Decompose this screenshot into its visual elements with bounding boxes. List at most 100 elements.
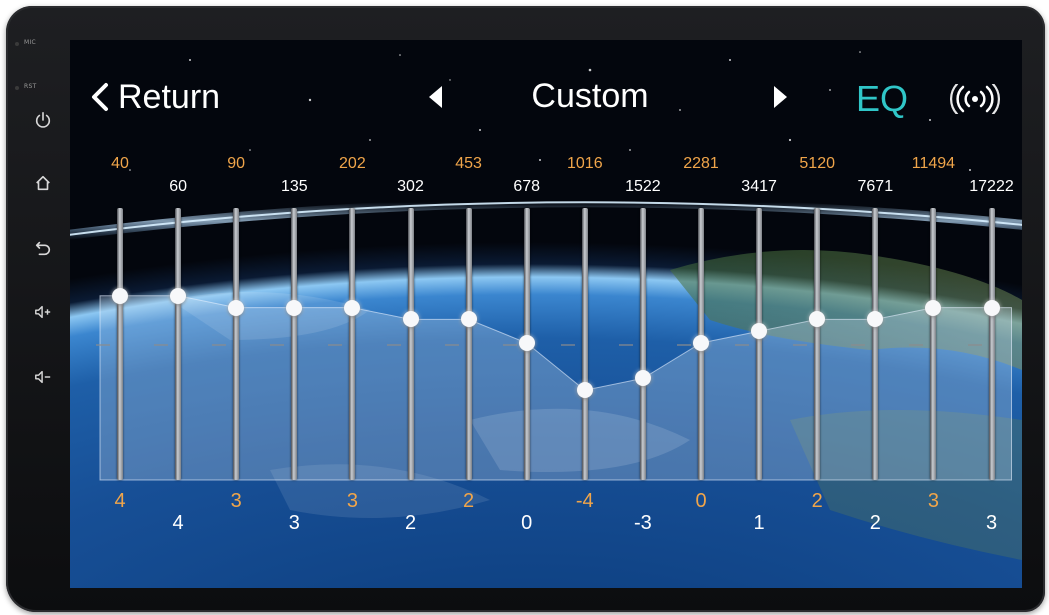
surround-button[interactable] [950, 82, 1000, 116]
slider-thumb[interactable] [925, 299, 942, 316]
next-preset-button[interactable] [770, 84, 790, 110]
band-frequency-label: 11494 [911, 155, 956, 172]
slider-thumb[interactable] [402, 311, 419, 328]
power-button[interactable] [28, 105, 58, 135]
slider-thumb[interactable] [867, 311, 884, 328]
slider-thumb[interactable] [751, 323, 768, 340]
band-gain-value: 3 [927, 490, 939, 512]
band-slider-60[interactable] [154, 208, 190, 480]
band-frequency-label: 302 [397, 178, 424, 195]
zero-tick [502, 344, 517, 346]
slider-thumb[interactable] [809, 311, 826, 328]
band-slider-40[interactable] [96, 208, 132, 480]
band-gain-value: 2 [811, 490, 823, 512]
band-frequency-label: 135 [280, 178, 308, 195]
triangle-right-icon [774, 86, 787, 108]
slider-track [349, 208, 356, 480]
slider-track [581, 208, 588, 480]
band-gain-value: 0 [695, 490, 707, 512]
zero-tick [96, 344, 110, 346]
zero-tick [618, 344, 633, 346]
head-unit-bezel: MIC RST Return Custom EQ 40 4 60 4 90 3 … [6, 6, 1045, 612]
reset-hole[interactable] [15, 86, 19, 90]
zero-tick [444, 344, 459, 346]
prev-preset-button[interactable] [426, 84, 446, 110]
band-gain-value: 2 [404, 512, 417, 534]
power-icon [35, 111, 51, 128]
slider-track [291, 208, 298, 480]
band-frequency-label: 678 [513, 178, 541, 195]
band-slider-5120[interactable] [793, 208, 829, 480]
slider-track [233, 208, 240, 480]
back-icon [35, 241, 51, 256]
band-frequency-label: 90 [227, 155, 246, 172]
band-slider-90[interactable] [212, 208, 248, 480]
slider-thumb[interactable] [112, 287, 128, 304]
slider-thumb[interactable] [983, 299, 1000, 316]
slider-thumb[interactable] [693, 335, 709, 351]
triangle-left-icon [429, 86, 442, 108]
slider-thumb[interactable] [634, 370, 651, 387]
preset-name: Custom [531, 77, 649, 115]
band-slider-2281[interactable] [677, 208, 713, 480]
mic-hole [15, 42, 19, 46]
eq-tab[interactable]: EQ [856, 78, 908, 120]
band-slider-17222[interactable] [967, 208, 1004, 480]
band-slider-202[interactable] [328, 208, 364, 480]
eq-screen: Return Custom EQ 40 4 60 4 90 3 135 3 202 3 302 2 45… [70, 40, 1022, 588]
slider-thumb[interactable] [344, 299, 361, 316]
band-frequency-label: 17222 [969, 178, 1014, 195]
band-gain-value: 4 [114, 490, 126, 512]
zero-tick [967, 344, 982, 346]
band-frequency-label: 7671 [857, 178, 894, 195]
band-slider-3417[interactable] [735, 208, 771, 480]
slider-track [407, 208, 414, 480]
band-frequency-label: 202 [339, 155, 366, 172]
zero-tick [677, 344, 691, 346]
slider-track [175, 208, 182, 480]
slider-thumb[interactable] [170, 287, 187, 304]
band-gain-value: 1 [753, 512, 765, 534]
return-label: Return [118, 77, 221, 116]
slider-track [930, 208, 937, 480]
band-frequency-label: 453 [455, 155, 482, 172]
volume-up-button[interactable] [28, 297, 58, 327]
slider-track [465, 208, 472, 480]
slider-thumb[interactable] [576, 382, 593, 399]
band-slider-1522[interactable] [618, 208, 655, 480]
rst-label: RST [24, 83, 37, 90]
zero-tick [328, 344, 343, 346]
band-gain-value: 3 [985, 512, 998, 534]
band-slider-1016[interactable] [560, 208, 597, 480]
back-button[interactable] [28, 233, 58, 263]
band-slider-135[interactable] [270, 208, 306, 480]
band-frequency-label: 40 [111, 155, 129, 172]
band-frequency-label: 3417 [741, 178, 777, 195]
band-gain-value: 0 [521, 512, 533, 534]
slider-thumb[interactable] [228, 299, 245, 316]
band-slider-453[interactable] [444, 208, 481, 480]
band-frequency-label: 1522 [625, 178, 661, 195]
band-gain-value: 3 [230, 490, 242, 512]
zero-tick [793, 344, 808, 346]
slider-track [872, 208, 879, 480]
slider-track [117, 208, 123, 480]
volume-down-button[interactable] [28, 362, 58, 392]
slider-thumb[interactable] [518, 335, 535, 351]
chevron-left-icon [92, 83, 108, 111]
volume-down-icon [35, 370, 51, 384]
band-slider-7671[interactable] [851, 208, 887, 480]
zero-tick [735, 344, 750, 346]
home-button[interactable] [28, 168, 58, 198]
volume-up-icon [35, 305, 51, 319]
band-slider-678[interactable] [502, 208, 539, 480]
zero-tick [154, 344, 169, 346]
slider-thumb[interactable] [460, 311, 477, 328]
zero-tick [212, 344, 227, 346]
slider-thumb[interactable] [286, 299, 303, 316]
band-slider-11494[interactable] [909, 208, 945, 480]
zero-tick [386, 344, 401, 346]
band-gain-value: 2 [463, 490, 475, 512]
return-button[interactable]: Return [90, 76, 220, 118]
band-slider-302[interactable] [386, 208, 423, 480]
